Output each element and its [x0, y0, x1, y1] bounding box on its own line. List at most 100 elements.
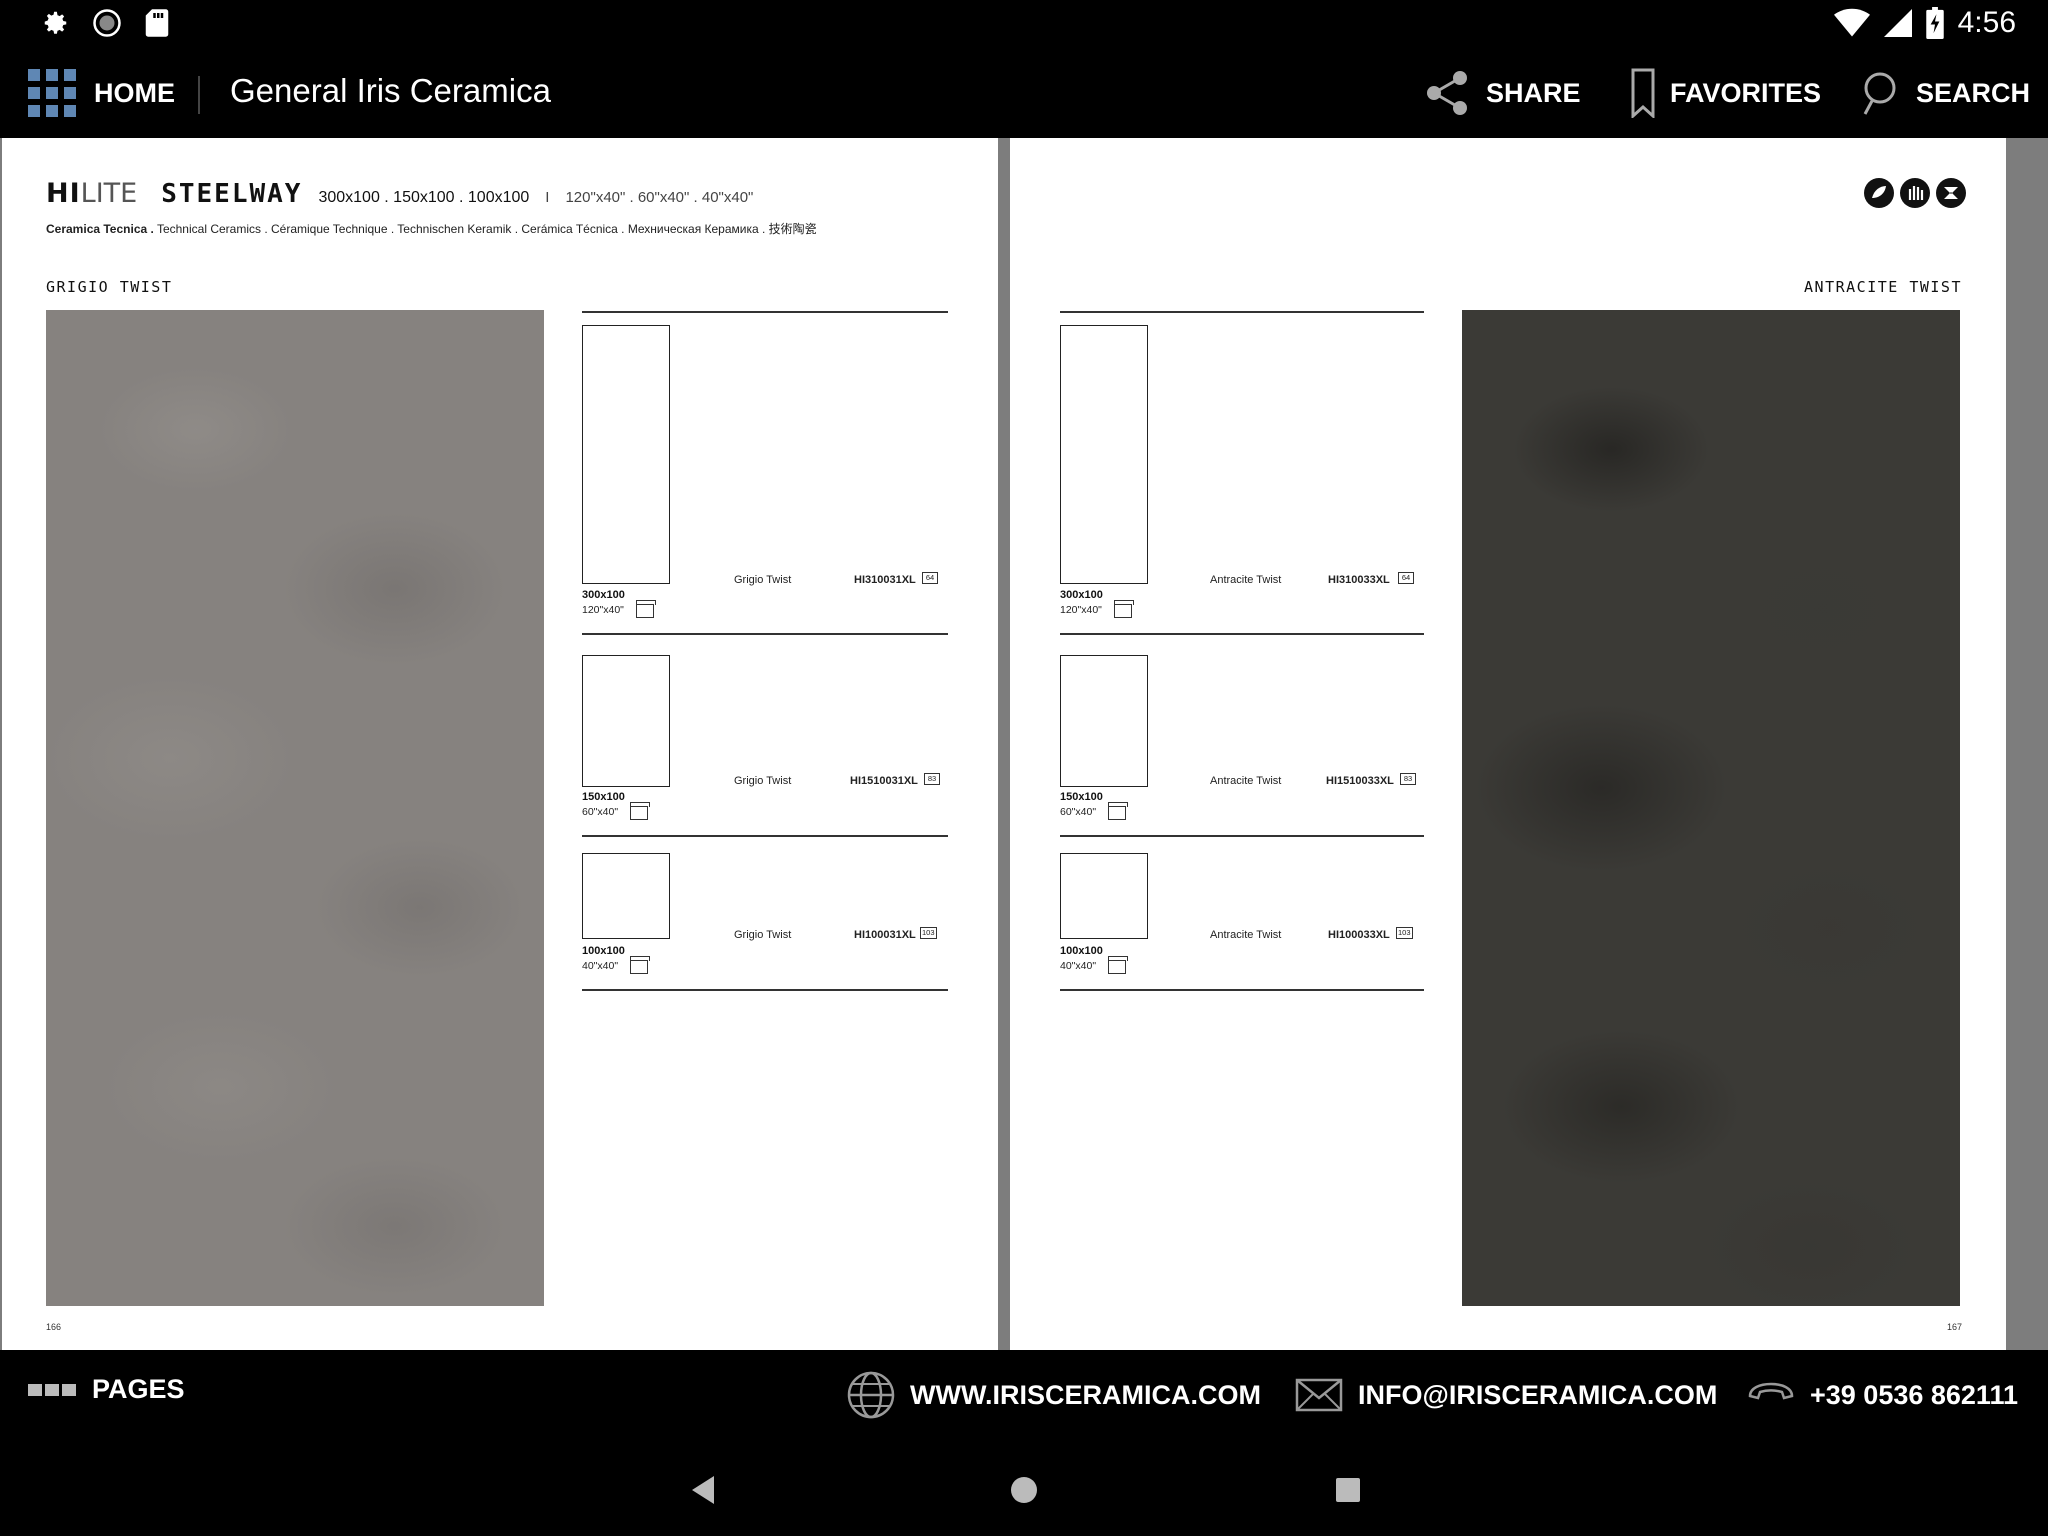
app-title: General Iris Ceramica — [230, 72, 551, 109]
material-subline: Ceramica Tecnica . Technical Ceramics . … — [46, 222, 817, 236]
tile-size-inches: 40"x40" — [1060, 960, 1097, 972]
collection-header: HILITE STEELWAY 300x100 . 150x100 . 100x… — [46, 178, 753, 209]
box-icon — [1108, 956, 1128, 974]
tile-size: 100x100 — [1060, 945, 1103, 957]
page-number: 167 — [1946, 1322, 1962, 1332]
variant-title: GRIGIO TWIST — [46, 278, 173, 296]
tile-size-inches: 40"x40" — [582, 960, 619, 972]
appbar-divider — [198, 76, 200, 114]
bookmark-icon — [1631, 68, 1655, 118]
antracite-twist-swatch — [1462, 310, 1960, 1306]
back-icon — [692, 1476, 714, 1504]
collection-sizes: 300x100 . 150x100 . 100x100 — [318, 189, 530, 206]
tile-size: 150x100 — [1060, 791, 1103, 803]
clock: 4:56 — [1957, 6, 2016, 39]
pieces-badge: 64 — [1398, 572, 1414, 584]
app-bar: HOME General Iris Ceramica SHARE FAVORIT… — [0, 48, 2048, 138]
search-icon — [1863, 72, 1896, 115]
leaf-badge-icon — [1864, 178, 1894, 208]
box-icon — [636, 600, 656, 618]
tile-size-inches: 120"x40" — [1060, 604, 1102, 616]
row-divider — [1060, 633, 1424, 635]
email-link[interactable]: INFO@IRISCERAMICA.COM — [1294, 1370, 1717, 1420]
brand-logo: HILITE — [46, 178, 138, 209]
sd-card-icon — [145, 9, 169, 37]
catalog-viewer[interactable]: HILITE STEELWAY 300x100 . 150x100 . 100x… — [0, 138, 2048, 1350]
collection-sizes-inches: 120"x40" . 60"x40" . 40"x40" — [565, 189, 754, 206]
grid-menu-icon — [28, 69, 76, 117]
product-code: HI310033XL — [1328, 574, 1390, 586]
product-code: HI1510033XL — [1326, 775, 1394, 787]
home-circle-icon — [1011, 1477, 1037, 1503]
share-icon — [1427, 71, 1467, 115]
status-left-icons — [40, 8, 170, 38]
tile-outline-300x100 — [1060, 325, 1148, 584]
tile-size-inches: 60"x40" — [582, 806, 619, 818]
product-name: Grigio Twist — [734, 775, 792, 787]
tile-outline-150x100 — [1060, 655, 1148, 787]
status-right-icons: 4:56 — [1833, 6, 2016, 40]
product-name: Grigio Twist — [734, 929, 792, 941]
sizes-separator: I — [545, 189, 550, 206]
tile-size: 100x100 — [582, 945, 625, 957]
page-number: 166 — [46, 1322, 62, 1332]
catalog-page-left[interactable]: HILITE STEELWAY 300x100 . 150x100 . 100x… — [2, 138, 998, 1350]
product-code: HI310031XL — [854, 574, 916, 586]
search-button[interactable]: SEARCH — [1862, 68, 2030, 118]
hand-badge-icon — [1900, 178, 1930, 208]
system-navigation-bar — [0, 1442, 2048, 1536]
website-link[interactable]: WWW.IRISCERAMICA.COM — [846, 1370, 1261, 1420]
catalog-page-right[interactable]: ANTRACITE TWIST 300x100 120"x40" Antraci… — [1010, 138, 2006, 1350]
product-code: HI100031XL — [854, 929, 916, 941]
status-bar: 4:56 — [0, 0, 2048, 48]
pieces-badge: 103 — [1396, 927, 1413, 939]
search-label: SEARCH — [1916, 77, 2031, 108]
row-divider — [582, 989, 948, 991]
battery-charging-icon — [1925, 7, 1944, 39]
row-divider — [1060, 989, 1424, 991]
phone-label: +39 0536 862111 — [1810, 1379, 2018, 1410]
row-divider — [1060, 835, 1424, 837]
pages-icon — [28, 1383, 76, 1396]
bacteria-badge-icon — [1936, 178, 1966, 208]
pieces-badge: 83 — [924, 773, 940, 785]
tile-outline-100x100 — [582, 853, 670, 939]
share-button[interactable]: SHARE — [1422, 68, 1581, 118]
product-name: Antracite Twist — [1210, 929, 1282, 941]
website-label: WWW.IRISCERAMICA.COM — [910, 1379, 1261, 1410]
signal-icon — [1883, 9, 1912, 37]
product-code: HI1510031XL — [850, 775, 918, 787]
collection-name: STEELWAY — [161, 179, 303, 209]
pieces-badge: 83 — [1400, 773, 1416, 785]
tile-size: 300x100 — [582, 589, 625, 601]
row-divider — [582, 835, 948, 837]
row-divider — [582, 311, 948, 313]
phone-icon — [1748, 1382, 1794, 1400]
phone-link[interactable]: +39 0536 862111 — [1746, 1370, 2018, 1420]
pieces-badge: 64 — [922, 572, 938, 584]
home-button[interactable]: HOME — [28, 68, 175, 118]
row-divider — [1060, 311, 1424, 313]
box-icon — [1114, 600, 1134, 618]
home-nav-button[interactable] — [1004, 1470, 1044, 1510]
wifi-icon — [1833, 8, 1870, 37]
recents-square-icon — [1336, 1478, 1360, 1502]
tile-outline-100x100 — [1060, 853, 1148, 939]
tile-size-inches: 120"x40" — [582, 604, 624, 616]
pieces-badge: 103 — [920, 927, 937, 939]
favorites-button[interactable]: FAVORITES — [1630, 68, 1821, 118]
recents-button[interactable] — [1328, 1470, 1368, 1510]
certification-icons — [1864, 178, 1966, 208]
grigio-twist-swatch — [46, 310, 544, 1306]
product-name: Grigio Twist — [734, 574, 792, 586]
favorites-label: FAVORITES — [1670, 77, 1822, 108]
tile-outline-150x100 — [582, 655, 670, 787]
variant-title: ANTRACITE TWIST — [1804, 278, 1962, 296]
back-button[interactable] — [684, 1470, 724, 1510]
email-label: INFO@IRISCERAMICA.COM — [1358, 1379, 1718, 1410]
pages-button[interactable]: PAGES — [28, 1374, 185, 1405]
product-name: Antracite Twist — [1210, 775, 1282, 787]
pages-label: PAGES — [92, 1374, 185, 1404]
box-icon — [1108, 802, 1128, 820]
tile-size: 300x100 — [1060, 589, 1103, 601]
